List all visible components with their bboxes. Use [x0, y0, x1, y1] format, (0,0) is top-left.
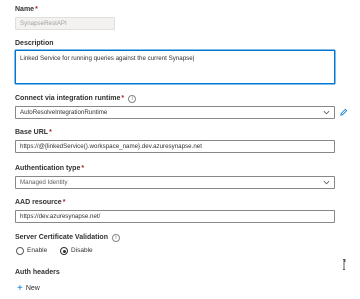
auth-type-value: Managed Identity	[20, 179, 68, 186]
new-button-label: New	[25, 285, 40, 292]
aad-resource-value: https://dev.azuresynapse.net/	[20, 213, 101, 220]
auth-headers-label: Auth headers	[15, 269, 60, 277]
base-url-value: https://@{linkedService().workspace_name…	[20, 143, 202, 150]
name-label-text: Name	[15, 6, 35, 13]
integration-runtime-label-text: Connect via integration runtime	[15, 95, 121, 102]
auth-type-label-text: Authentication type	[15, 165, 81, 172]
aad-resource-label: AAD resource*	[15, 199, 65, 207]
required-mark: *	[121, 95, 125, 102]
name-label: Name*	[15, 6, 38, 14]
pencil-icon[interactable]	[339, 108, 348, 117]
required-mark: *	[49, 129, 52, 136]
description-textarea[interactable]: Linked Service for running queries again…	[15, 50, 335, 84]
base-url-label: Base URL*	[15, 129, 52, 137]
integration-runtime-label: Connect via integration runtime* i	[15, 95, 137, 103]
disable-radio-label[interactable]: Disable	[71, 247, 93, 255]
auth-type-select[interactable]: Managed Identity	[15, 176, 335, 189]
base-url-label-text: Base URL	[15, 129, 49, 136]
info-icon[interactable]: i	[128, 95, 137, 103]
chevron-down-icon	[323, 180, 330, 185]
mouse-cursor-icon	[343, 259, 346, 270]
description-label-text: Description	[15, 40, 54, 47]
required-mark: *	[81, 165, 85, 172]
cert-validation-label-text: Server Certificate Validation	[15, 234, 108, 241]
name-value: SynapseRestAPI	[20, 20, 67, 27]
aad-resource-label-text: AAD resource	[15, 199, 62, 206]
cert-validation-label: Server Certificate Validation i	[15, 234, 120, 242]
required-mark: *	[35, 6, 38, 13]
plus-icon: +	[17, 283, 23, 294]
base-url-input[interactable]: https://@{linkedService().workspace_name…	[15, 140, 335, 153]
required-mark: *	[62, 199, 66, 206]
description-value: Linked Service for running queries again…	[20, 55, 195, 62]
disable-radio[interactable]	[60, 247, 68, 255]
integration-runtime-select[interactable]: AutoResolveIntegrationRuntime	[15, 106, 335, 119]
name-input[interactable]: SynapseRestAPI	[15, 17, 115, 30]
info-icon[interactable]: i	[111, 234, 120, 242]
integration-runtime-value: AutoResolveIntegrationRuntime	[20, 109, 108, 116]
description-label: Description	[15, 40, 54, 48]
auth-headers-label-text: Auth headers	[15, 269, 60, 276]
chevron-down-icon	[323, 110, 330, 115]
new-header-button[interactable]: + New	[17, 284, 40, 294]
auth-type-label: Authentication type*	[15, 165, 84, 173]
enable-radio-label[interactable]: Enable	[27, 247, 47, 255]
enable-radio[interactable]	[16, 247, 24, 255]
aad-resource-input[interactable]: https://dev.azuresynapse.net/	[15, 210, 335, 223]
